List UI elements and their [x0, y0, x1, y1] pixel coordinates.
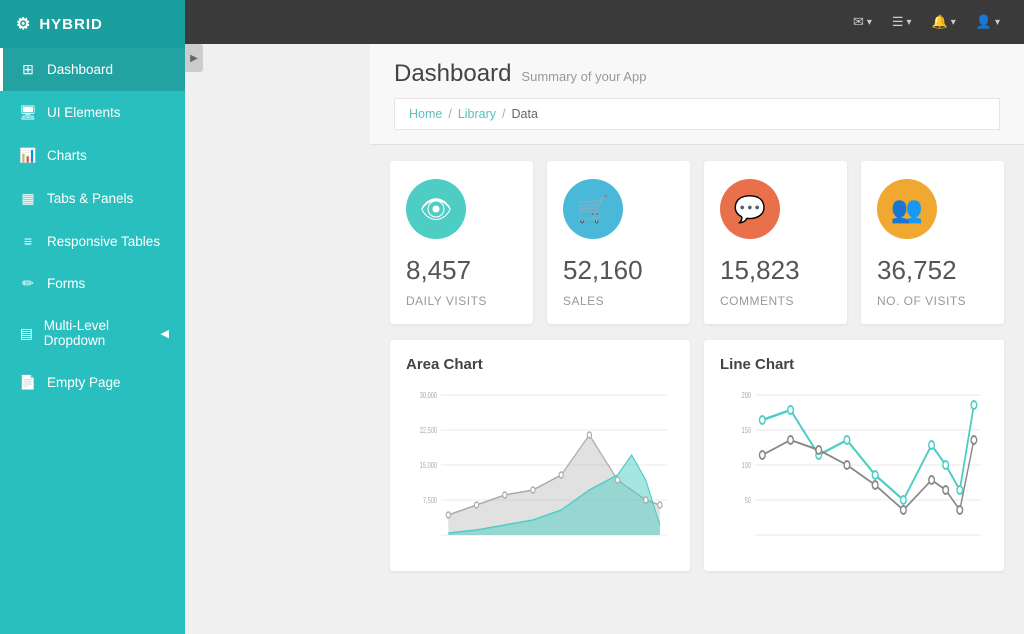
group-icon: 👥: [891, 194, 923, 225]
sidebar-item-responsive-tables[interactable]: ≡ Responsive Tables: [0, 220, 185, 262]
daily-visits-label: Daily Visits: [406, 294, 487, 308]
gear-icon: ⚙: [16, 14, 31, 34]
sidebar-item-label: Dashboard: [47, 62, 113, 77]
breadcrumb-library[interactable]: Library: [458, 107, 496, 121]
mail-caret-icon: ▾: [867, 17, 872, 28]
daily-visits-icon-circle: 👁: [406, 179, 466, 239]
stat-card-comments: 💬 15,823 Comments: [704, 161, 847, 324]
sidebar-item-charts[interactable]: 📊 Charts: [0, 134, 185, 177]
sidebar-item-dashboard[interactable]: ⊞ Dashboard: [0, 48, 185, 91]
sidebar-item-label: Tabs & Panels: [47, 191, 133, 206]
chart-icon: 📊: [19, 147, 37, 164]
dashboard-icon: ⊞: [19, 61, 37, 78]
menu-button[interactable]: ☰ ▾: [884, 8, 920, 36]
sales-label: Sales: [563, 294, 604, 308]
svg-text:50: 50: [745, 497, 751, 505]
user-button[interactable]: 👤 ▾: [968, 8, 1008, 36]
bell-button[interactable]: 🔔 ▾: [924, 8, 964, 36]
user-caret-icon: ▾: [995, 17, 1000, 28]
line-chart-title: Line Chart: [720, 356, 988, 373]
sales-value: 52,160: [563, 255, 643, 286]
sales-icon-circle: 🛒: [563, 179, 623, 239]
svg-text:22,500: 22,500: [420, 427, 437, 435]
stat-card-sales: 🛒 52,160 Sales: [547, 161, 690, 324]
line-chart-svg: 200 150 100 50: [720, 385, 988, 550]
page-subtitle: Summary of your App: [521, 69, 646, 84]
form-icon: ✏: [19, 275, 37, 292]
page-title: Dashboard: [394, 60, 511, 88]
app-name: HYBRID: [39, 16, 103, 33]
breadcrumb: Home / Library / Data: [394, 98, 1000, 130]
stat-card-no-visits: 👥 36,752 No. of Visits: [861, 161, 1004, 324]
cart-icon: 🛒: [577, 194, 609, 225]
page-title-row: Dashboard Summary of your App: [394, 60, 1000, 88]
stat-cards: 👁 8,457 Daily Visits 🛒 52,160 Sales 💬 15…: [370, 145, 1024, 340]
sidebar-item-forms[interactable]: ✏ Forms: [0, 262, 185, 305]
comments-value: 15,823: [720, 255, 800, 286]
menu-icon: ☰: [892, 14, 904, 30]
tabs-icon: ▦: [19, 190, 37, 207]
comment-icon: 💬: [734, 194, 766, 225]
sidebar-item-empty-page[interactable]: 📄 Empty Page: [0, 361, 185, 404]
sidebar-item-label: Forms: [47, 276, 85, 291]
area-chart-title: Area Chart: [406, 356, 674, 373]
no-visits-label: No. of Visits: [877, 294, 966, 308]
eye-icon: 👁: [419, 194, 452, 225]
comments-label: Comments: [720, 294, 794, 308]
menu-caret-icon: ▾: [907, 17, 912, 28]
monitor-icon: 🖥: [19, 104, 37, 121]
user-icon: 👤: [976, 14, 992, 30]
breadcrumb-sep-2: /: [502, 107, 505, 121]
daily-visits-value: 8,457: [406, 255, 471, 286]
svg-text:150: 150: [742, 427, 752, 435]
area-chart-svg: 30,000 22,500 15,000 7,500: [406, 385, 674, 550]
sidebar-item-label: Charts: [47, 148, 87, 163]
sidebar-nav: ⊞ Dashboard 🖥 UI Elements 📊 Charts ▦ Tab…: [0, 48, 185, 404]
stat-card-daily-visits: 👁 8,457 Daily Visits: [390, 161, 533, 324]
main-content: Dashboard Summary of your App Home / Lib…: [370, 44, 1024, 634]
svg-text:200: 200: [742, 392, 752, 400]
sidebar-item-multi-level-dropdown[interactable]: ▤ Multi-Level Dropdown ◀: [0, 305, 185, 361]
line-chart-card: Line Chart 200 150 100 50: [704, 340, 1004, 571]
svg-text:30,000: 30,000: [420, 392, 437, 400]
topbar: ✉ ▾ ☰ ▾ 🔔 ▾ 👤 ▾: [185, 0, 1024, 44]
breadcrumb-home[interactable]: Home: [409, 107, 442, 121]
page-icon: 📄: [19, 374, 37, 391]
dropdown-icon: ▤: [19, 325, 34, 342]
no-visits-value: 36,752: [877, 255, 957, 286]
svg-text:15,000: 15,000: [420, 462, 437, 470]
bell-caret-icon: ▾: [951, 17, 956, 28]
table-icon: ≡: [19, 233, 37, 249]
breadcrumb-data: Data: [512, 107, 538, 121]
mail-button[interactable]: ✉ ▾: [845, 8, 880, 36]
bell-icon: 🔔: [932, 14, 948, 30]
sidebar-item-label: Empty Page: [47, 375, 121, 390]
area-chart-card: Area Chart 30,000 22,500 15,000 7,500: [390, 340, 690, 571]
arrow-icon: ◀: [161, 327, 169, 340]
svg-text:7,500: 7,500: [423, 497, 437, 505]
sidebar: ⚙ HYBRID ⊞ Dashboard 🖥 UI Elements 📊 Cha…: [0, 0, 185, 634]
visits-icon-circle: 👥: [877, 179, 937, 239]
svg-text:100: 100: [742, 462, 752, 470]
sidebar-collapse-button[interactable]: ▶: [185, 44, 203, 72]
sidebar-item-ui-elements[interactable]: 🖥 UI Elements: [0, 91, 185, 134]
page-header: Dashboard Summary of your App Home / Lib…: [370, 44, 1024, 145]
sidebar-item-label: Responsive Tables: [47, 234, 160, 249]
sidebar-item-label: UI Elements: [47, 105, 121, 120]
sidebar-item-tabs-panels[interactable]: ▦ Tabs & Panels: [0, 177, 185, 220]
comments-icon-circle: 💬: [720, 179, 780, 239]
sidebar-logo: ⚙ HYBRID: [0, 0, 185, 48]
breadcrumb-sep-1: /: [448, 107, 451, 121]
mail-icon: ✉: [853, 14, 864, 30]
charts-row: Area Chart 30,000 22,500 15,000 7,500: [370, 340, 1024, 587]
sidebar-item-label: Multi-Level Dropdown: [44, 318, 151, 348]
